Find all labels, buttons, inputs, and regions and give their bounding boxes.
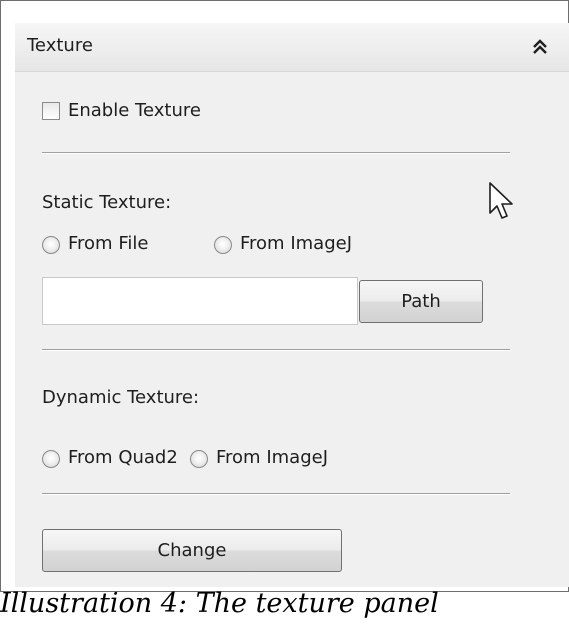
panel-header[interactable]: Texture [15, 23, 569, 72]
enable-texture-checkbox[interactable] [42, 102, 60, 120]
static-from-file-radio[interactable] [42, 236, 60, 254]
static-from-imagej-radio[interactable] [214, 236, 232, 254]
figure-caption: Illustration 4: The texture panel [0, 588, 439, 619]
dynamic-from-quad2-radio[interactable] [42, 450, 60, 468]
static-from-file-label: From File [68, 233, 149, 254]
double-chevron-up-icon[interactable] [530, 37, 550, 57]
enable-texture-label: Enable Texture [68, 100, 201, 121]
panel-title: Texture [27, 35, 93, 56]
path-button[interactable]: Path [359, 280, 483, 323]
screenshot-frame: Texture Enable Texture Static Texture: F… [0, 0, 569, 592]
dynamic-from-quad2-label: From Quad2 [68, 447, 178, 468]
divider-2 [42, 349, 510, 351]
static-from-imagej-label: From ImageJ [240, 233, 352, 254]
change-button[interactable]: Change [42, 529, 342, 572]
dynamic-texture-label: Dynamic Texture: [42, 387, 200, 408]
divider-3 [42, 493, 510, 495]
dynamic-from-imagej-radio[interactable] [190, 450, 208, 468]
static-texture-label: Static Texture: [42, 192, 172, 213]
mouse-pointer-icon [489, 182, 513, 219]
texture-path-input[interactable] [42, 277, 358, 325]
divider-1 [42, 152, 510, 154]
dynamic-from-imagej-label: From ImageJ [216, 447, 328, 468]
